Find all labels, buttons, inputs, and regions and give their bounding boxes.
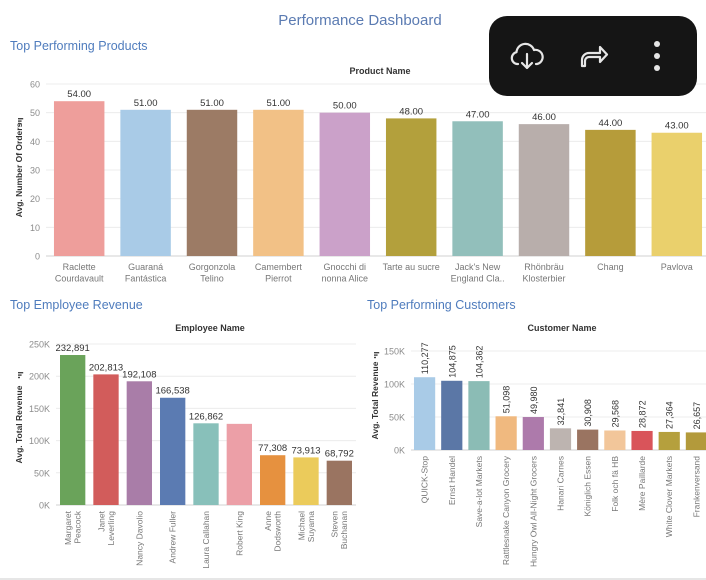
customers-category-label: Hanari Carnes [556, 456, 566, 511]
customers-category-label: Save-a-lot Markets [474, 456, 484, 527]
customers-bar [658, 431, 680, 450]
customers-bar [604, 430, 626, 450]
customers-bar [468, 381, 490, 450]
customers-y-tick-label: 150K [384, 347, 405, 357]
customers-value-label: 49,980 [529, 386, 539, 414]
customers-value-label: 110,277 [420, 342, 430, 374]
customers-value-label: 29,568 [610, 400, 620, 428]
customers-y-tick-label: 100K [384, 380, 405, 390]
customers-category-label: Frankenversand [691, 456, 701, 518]
customers-value-label: 51,098 [502, 386, 512, 414]
customers-value-label: 104,362 [474, 346, 484, 379]
customers-value-label: 30,908 [583, 399, 593, 427]
share-icon [580, 45, 609, 68]
more-options-button[interactable] [637, 36, 677, 76]
customers-category-label: Königlich Essen [583, 456, 593, 517]
customers-sort-icon [374, 352, 380, 354]
customers-bar [549, 428, 572, 450]
customers-value-label: 26,657 [692, 402, 702, 430]
customers-category-label: Folk och fä HB [610, 456, 620, 512]
download-button[interactable] [507, 36, 547, 76]
customers-bar [522, 417, 544, 450]
customers-bar [631, 430, 653, 450]
customers-bar [441, 380, 463, 450]
customers-bar [577, 429, 599, 450]
cloud-download-icon [510, 42, 544, 70]
customers-sort-icon [374, 356, 376, 359]
customers-bar [413, 377, 436, 450]
customers-category-label: Ernst Handel [447, 456, 457, 505]
customers-bar [495, 416, 517, 450]
customers-category-label: QUICK-Stop [420, 456, 430, 504]
customers-y-tick-label: 50K [389, 413, 405, 423]
customers-value-label: 104,875 [447, 345, 457, 378]
more-vertical-icon [654, 41, 660, 71]
customers-bar [685, 432, 706, 450]
customers-value-label: 28,872 [638, 400, 648, 428]
customers-category-label: Mère Paillarde [637, 456, 647, 511]
customers-y-axis-label: Avg. Total Revenue [370, 361, 380, 439]
customers-sort-icon [374, 354, 378, 356]
customers-category-label: Hungry Owl All-Night Grocers [528, 456, 538, 567]
customers-category-label: White Clover Markets [664, 456, 674, 537]
customers-y-tick-label: 0K [394, 446, 405, 456]
customers-value-label: 27,364 [665, 401, 675, 429]
customers-category-label: Rattlesnake Canyon Grocery [501, 455, 511, 565]
share-button[interactable] [573, 36, 613, 76]
customers-value-label: 32,841 [556, 398, 566, 426]
floating-toolbar [489, 16, 697, 96]
